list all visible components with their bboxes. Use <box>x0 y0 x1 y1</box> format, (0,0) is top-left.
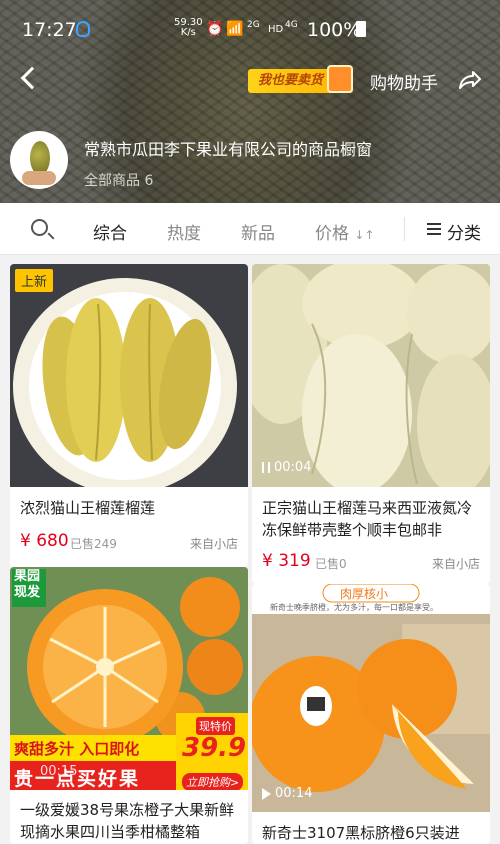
share-icon[interactable] <box>457 70 481 90</box>
new-tag: 上新 <box>15 269 54 292</box>
battery-icon <box>356 21 366 37</box>
qq-icon <box>76 21 90 37</box>
durian-image <box>13 278 237 487</box>
tab-overall[interactable]: 综合 <box>93 219 127 244</box>
video-duration: 00:15 <box>40 764 77 779</box>
sort-arrows-icon: ↓↑ <box>354 228 375 242</box>
back-arrow-icon[interactable] <box>20 66 44 90</box>
network-speed: 59.30 K/s <box>174 18 203 38</box>
product-image: 上新 <box>10 264 248 487</box>
search-icon[interactable] <box>31 219 48 236</box>
sell-goods-label: 我也要卖货 <box>258 73 324 88</box>
status-time: 17:27 <box>22 19 77 41</box>
product-image: 果园 现发 爽甜多汁 入口即化 贵一点买好果 现特价 39.9 立即抢购> 00… <box>10 567 248 790</box>
video-duration-label: 00:14 <box>275 786 313 801</box>
promo-price: 39.9 <box>182 733 247 763</box>
battery-percent: 100% <box>307 19 362 41</box>
network-4g: 4G <box>285 20 298 30</box>
speed-unit: K/s <box>180 27 196 38</box>
filter-bar: 综合 热度 新品 价格 ↓↑ 分类 <box>0 203 500 255</box>
product-card[interactable]: 肉厚核小 新奇士晚季脐橙，尤为多汁，每一口都是享受。 00:14 新奇士3107… <box>252 584 490 844</box>
top-bar: 我也要卖货 购物助手 <box>0 62 500 102</box>
video-duration: 00:14 <box>262 786 312 801</box>
durian-flesh-image <box>252 264 490 487</box>
product-count: 全部商品 6 <box>84 173 154 189</box>
play-icon <box>262 787 271 800</box>
alarm-icon: ⏰ <box>206 21 224 37</box>
sold-count: 已售249 <box>70 537 117 551</box>
sell-goods-button[interactable]: 我也要卖货 <box>248 65 354 93</box>
shop-avatar[interactable] <box>10 131 68 189</box>
promo-banner: 爽甜多汁 入口即化 <box>14 740 140 758</box>
tab-price-label: 价格 <box>315 224 349 244</box>
tab-price[interactable]: 价格 ↓↑ <box>315 219 375 244</box>
tab-popularity[interactable]: 热度 <box>167 219 201 244</box>
hd-label: HD <box>268 24 284 35</box>
video-duration-label: 00:15 <box>40 764 78 779</box>
pause-icon <box>262 462 270 473</box>
source-label: 来自小店 <box>431 557 480 571</box>
video-duration: 00:04 <box>262 460 311 475</box>
product-price: ¥ 680 <box>20 531 69 551</box>
banner-label: 肉厚核小 <box>340 587 389 601</box>
product-image: 肉厚核小 新奇士晚季脐橙，尤为多汁，每一口都是享受。 00:14 <box>252 584 490 812</box>
source-label: 来自小店 <box>189 537 238 551</box>
video-duration-label: 00:04 <box>274 460 312 475</box>
shop-info: 常熟市瓜田李下果业有限公司的商品橱窗 全部商品 6 <box>10 131 490 191</box>
tab-new[interactable]: 新品 <box>241 219 275 244</box>
orchard-tag-line1: 果园 <box>14 569 41 584</box>
status-bar: 17:27 59.30 K/s ⏰ 📶 2G HD 4G 100% <box>0 0 500 60</box>
shopping-assistant-button[interactable]: 购物助手 <box>370 69 438 94</box>
gift-box-icon <box>327 65 354 93</box>
product-card[interactable]: 果园 现发 爽甜多汁 入口即化 贵一点买好果 现特价 39.9 立即抢购> 00… <box>10 567 248 844</box>
banner-subtitle: 新奇士晚季脐橙，尤为多汁，每一口都是享受。 <box>270 603 438 612</box>
sold-count: 已售0 <box>315 557 347 571</box>
product-card[interactable]: 上新 浓烈猫山王榴莲榴莲 ¥ 680 已售249 来自小店 <box>10 264 248 567</box>
product-title: 一级爱媛38号果冻橙子大果新鲜现摘水果四川当季柑橘整箱 <box>20 801 235 841</box>
wifi-icon: 📶 <box>226 21 244 37</box>
durian-icon <box>30 141 50 175</box>
filter-divider <box>404 217 405 241</box>
shop-name: 常熟市瓜田李下果业有限公司的商品橱窗 <box>84 140 373 159</box>
network-2g: 2G <box>247 20 260 30</box>
list-icon <box>427 223 441 235</box>
product-title: 正宗猫山王榴莲马来西亚液氮冷冻保鲜带壳整个顺丰包邮非 <box>262 499 473 539</box>
product-card[interactable]: 00:04 正宗猫山王榴莲马来西亚液氮冷冻保鲜带壳整个顺丰包邮非 ¥ 319 已… <box>252 264 490 584</box>
orchard-tag-line2: 现发 <box>14 585 41 600</box>
hand-icon <box>22 171 56 185</box>
orchard-tag: 果园 现发 <box>14 569 40 601</box>
product-title: 浓烈猫山王榴莲榴莲 <box>20 499 156 517</box>
promo-cta-button[interactable]: 立即抢购> <box>182 773 244 790</box>
navel-orange-image <box>252 584 490 812</box>
product-image: 00:04 <box>252 264 490 487</box>
product-title: 新奇士3107黑标脐橙6只装进 <box>262 824 460 842</box>
category-button[interactable]: 分类 <box>447 219 481 244</box>
product-price: ¥ 319 <box>262 551 311 571</box>
